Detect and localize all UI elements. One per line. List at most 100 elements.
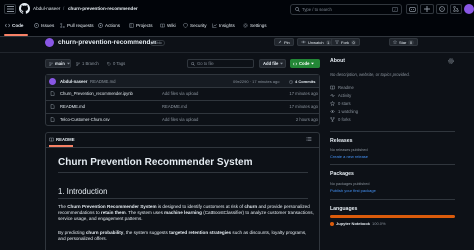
graph-icon <box>212 23 217 28</box>
commit-hash-time[interactable]: 09e2290 · 17 minutes ago <box>233 79 279 84</box>
fork-icon <box>335 40 339 44</box>
pin-icon <box>278 40 282 44</box>
file-commit-message[interactable]: README.md <box>162 104 187 109</box>
repo-link[interactable]: churn-prevention-recommender <box>68 6 138 11</box>
pin-button[interactable]: Pin <box>274 38 294 46</box>
branches-link[interactable]: 1 Branch <box>76 61 99 66</box>
menu-button[interactable] <box>4 4 16 14</box>
commit-author-avatar <box>49 78 56 85</box>
language-percent: 100.0% <box>372 221 386 226</box>
code-button[interactable]: Code <box>290 59 320 68</box>
tab-security[interactable]: Security <box>183 20 207 30</box>
search-placeholder: Type / to search <box>302 7 332 12</box>
languages-title: Languages <box>330 206 358 212</box>
file-name-link[interactable]: Churn_Prevention_recommender.ipynb <box>60 91 133 96</box>
sidebar-item-label: Activity <box>338 93 352 98</box>
about-description: No description, website, or topics provi… <box>330 72 410 77</box>
breadcrumb-separator: / <box>63 6 65 11</box>
pin-label: Pin <box>284 39 290 45</box>
tab-projects-label: Projects <box>136 22 153 28</box>
tab-code[interactable]: Code <box>5 20 23 30</box>
file-name-link[interactable]: README.md <box>60 104 85 109</box>
repo-title[interactable]: churn-prevention-recommender <box>58 39 157 46</box>
add-file-button[interactable]: Add file <box>259 59 286 68</box>
unwatch-button[interactable]: Unwatch 1 <box>297 38 335 46</box>
tab-issues[interactable]: Issues <box>34 20 54 30</box>
go-to-file-input[interactable]: Go to file <box>187 59 254 68</box>
file-name-link[interactable]: Telco-Customer-Churn.csv <box>60 117 110 122</box>
triangle-down-icon <box>311 62 315 65</box>
sidebar-item-stars[interactable]: 0 stars <box>330 101 351 106</box>
sidebar-item-readme[interactable]: Readme <box>330 85 354 90</box>
commits-link[interactable]: 4 Commits <box>289 79 315 84</box>
tab-wiki[interactable]: Wiki <box>160 20 176 30</box>
row-divider <box>45 87 320 88</box>
create-release-link[interactable]: Create a new release <box>330 154 368 159</box>
branch-selector[interactable]: main <box>45 59 71 68</box>
tab-settings-label: Settings <box>250 22 267 28</box>
readme-paragraph-intro: The Churn Prevention Recommender System … <box>58 204 314 222</box>
file-commit-message[interactable]: Add files via upload <box>162 91 198 96</box>
packages-text: No packages published <box>330 182 370 186</box>
tab-wiki-label: Wiki <box>167 22 176 28</box>
tab-projects[interactable]: Projects <box>129 20 153 30</box>
readme-paragraph-prediction: By predicting churn probability, the sys… <box>58 230 307 242</box>
gear-icon[interactable] <box>448 58 454 64</box>
owner-link[interactable]: Abdul-naseer <box>33 6 60 11</box>
code-icon <box>5 23 10 28</box>
github-logo-icon[interactable] <box>19 3 30 14</box>
tags-label: 0 Tags <box>113 61 126 66</box>
tab-pull-requests-label: Pull requests <box>67 22 94 28</box>
publish-package-link[interactable]: Publish your first package <box>330 188 376 193</box>
fork-button[interactable]: Fork 0 <box>331 38 361 46</box>
add-file-label: Add file <box>263 61 279 66</box>
language-bar <box>330 215 455 218</box>
readme-tab-label: README <box>56 137 75 142</box>
tab-code-label: Code <box>12 22 24 28</box>
sidebar-divider <box>330 164 455 165</box>
language-color-dot <box>330 221 334 226</box>
readme-tab[interactable]: README <box>49 137 75 142</box>
star-icon <box>393 40 397 44</box>
git-pull-request-icon <box>453 6 459 12</box>
readme-header-divider <box>46 147 319 148</box>
star-count: 0 <box>408 39 414 45</box>
commit-author[interactable]: Abdul-naseer <box>60 79 87 84</box>
toc-icon[interactable] <box>306 136 312 142</box>
about-title: About <box>330 58 345 64</box>
file-icon <box>50 117 55 122</box>
packages-title[interactable]: Packages <box>330 171 354 177</box>
search-shortcut-key: / <box>392 7 398 12</box>
readme-title-rule <box>58 172 308 173</box>
file-icon <box>50 91 55 96</box>
pull-requests-button[interactable] <box>450 4 462 14</box>
sidebar-item-watching[interactable]: 1 watching <box>330 109 358 114</box>
plus-icon <box>424 6 430 12</box>
issues-button[interactable] <box>436 4 448 14</box>
sidebar-item-label: 1 watching <box>338 109 359 114</box>
gear-icon <box>243 22 248 28</box>
tab-settings[interactable]: Settings <box>243 20 267 30</box>
copilot-button[interactable] <box>406 4 418 14</box>
tab-pull-requests[interactable]: Pull requests <box>60 20 94 30</box>
sidebar-divider <box>330 131 455 132</box>
avatar[interactable] <box>464 4 474 14</box>
tab-actions[interactable]: Actions <box>98 20 120 30</box>
language-item[interactable]: Jupyter Notebook 100.0% <box>330 221 386 226</box>
sidebar-item-label: Readme <box>338 85 354 90</box>
create-new-button[interactable] <box>420 4 434 14</box>
tab-insights[interactable]: Insights <box>212 20 235 30</box>
play-icon <box>98 22 103 28</box>
issue-opened-icon <box>34 22 39 28</box>
go-to-file-placeholder: Go to file <box>197 61 214 66</box>
file-commit-message[interactable]: Add files via upload <box>162 117 198 122</box>
star-button[interactable]: Star 0 <box>389 38 418 46</box>
sidebar-item-forks[interactable]: 0 forks <box>330 117 351 122</box>
commit-message[interactable]: README.md <box>90 79 116 84</box>
tags-link[interactable]: 0 Tags <box>107 61 125 66</box>
releases-title[interactable]: Releases <box>330 138 353 144</box>
sidebar-item-activity[interactable]: Activity <box>330 93 351 98</box>
code-button-label: Code <box>299 61 310 66</box>
book-icon <box>49 137 54 142</box>
search-input[interactable]: Type / to search / <box>290 4 402 15</box>
